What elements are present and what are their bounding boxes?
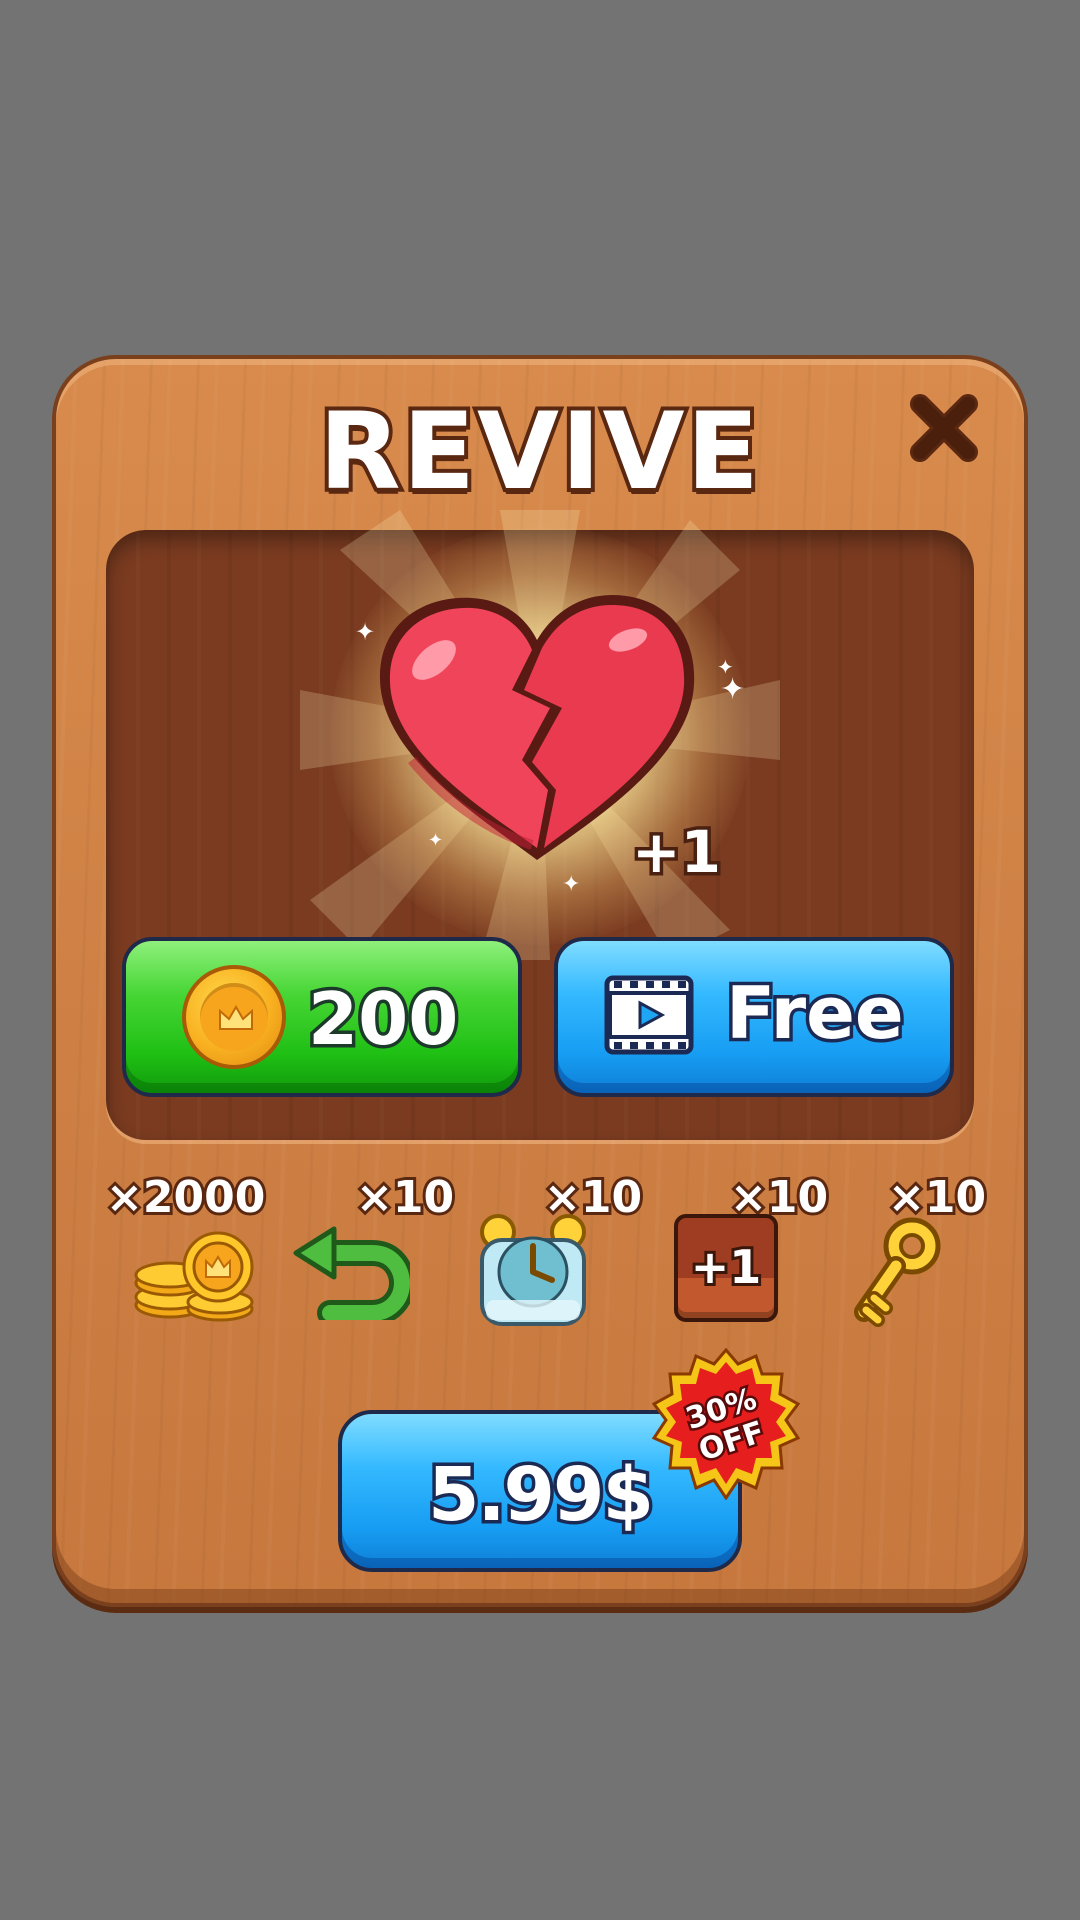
plus-one-block-icon: +1 xyxy=(674,1214,778,1322)
sparkle-icon: ✦ xyxy=(562,872,581,897)
close-icon[interactable] xyxy=(908,392,980,464)
item-count: ×10 xyxy=(353,1169,457,1226)
video-icon xyxy=(604,975,694,1055)
revive-with-coins-button[interactable]: 200 xyxy=(122,937,522,1097)
key-icon xyxy=(854,1217,941,1327)
crown-coin-icon xyxy=(182,965,286,1069)
free-label: Free xyxy=(723,968,908,1059)
coin-stack-icon xyxy=(134,1231,254,1322)
undo-arrow-icon xyxy=(293,1226,410,1320)
reward-amount: +1 xyxy=(629,815,725,890)
discount-badge: 30% OFF xyxy=(651,1348,801,1500)
coin-price: 200 xyxy=(304,974,461,1065)
alarm-clock-icon xyxy=(480,1214,586,1326)
sparkle-icon: ✦ xyxy=(720,672,746,707)
item-count: ×2000 xyxy=(103,1169,268,1226)
revive-free-ad-button[interactable]: Free xyxy=(554,937,954,1097)
